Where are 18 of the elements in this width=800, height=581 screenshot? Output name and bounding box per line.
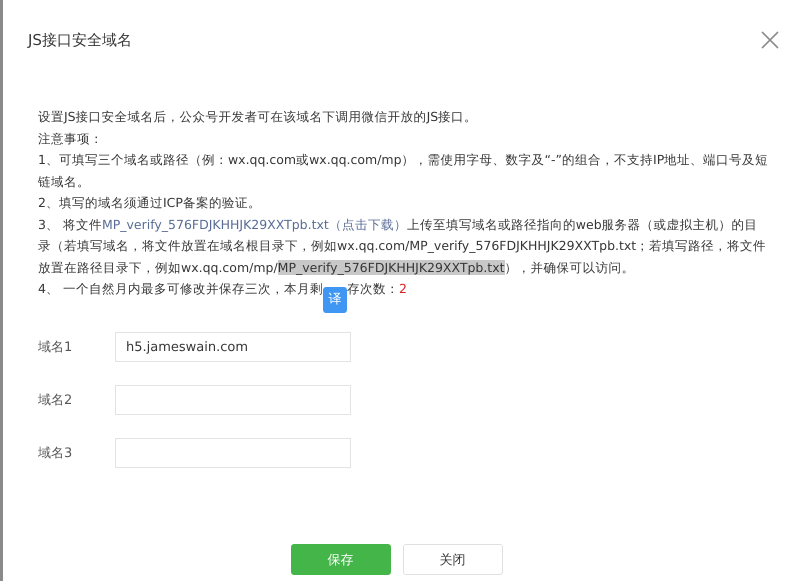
note-text: 存次数：2 xyxy=(346,281,407,296)
field-label: 域名3 xyxy=(38,445,74,462)
close-icon[interactable] xyxy=(760,30,780,50)
field-label: 域名1 xyxy=(38,339,74,356)
note-text: 注意事项： xyxy=(38,130,104,148)
download-link[interactable]: MP_verify_576FDJKHHJK29XXTpb.txt（点击下载） xyxy=(102,216,407,232)
domain-input[interactable] xyxy=(115,385,351,415)
translate-button[interactable]: 译 xyxy=(322,287,347,313)
field-label: 域名2 xyxy=(38,392,74,409)
note-text: 4、 一个自然月内最多可修改并保存三次，本月剩 xyxy=(38,281,323,296)
note-text: 3、 将文件MP_verify_576FDJKHHJK29XXTpb.txt（点击下载）上传至填写域名或路径指向的web服务器（或虚拟主机）的目录（若填写域名，将文件放置在域名根目录下，例如wx.qq.com/MP_verify_576FDJKHHJK29XXTpb.txt；若填写路径，将文件放置在路径目录下，例如wx.qq.com/mp/MP_verify_576FDJKHHJK29XXTpb.txt），并确保可以访问。 xyxy=(38,216,768,277)
close-button[interactable]: 关闭 xyxy=(402,544,502,575)
domain-input[interactable] xyxy=(115,438,351,468)
domain-input[interactable]: h5.jameswain.com xyxy=(115,332,351,362)
dialog-title: JS接口安全域名 xyxy=(28,30,132,50)
note-text: 2、填写的域名须通过ICP备案的验证。 xyxy=(38,194,262,212)
note-text: 1、可填写三个域名或路径（例：wx.qq.com或wx.qq.com/mp），需使用字母、数字及“-”的组合，不支持IP地址、端口号及短链域名。 xyxy=(38,151,770,190)
note-text: 设置JS接口安全域名后，公众号开发者可在该域名下调用微信开放的JS接口。 xyxy=(38,108,478,126)
